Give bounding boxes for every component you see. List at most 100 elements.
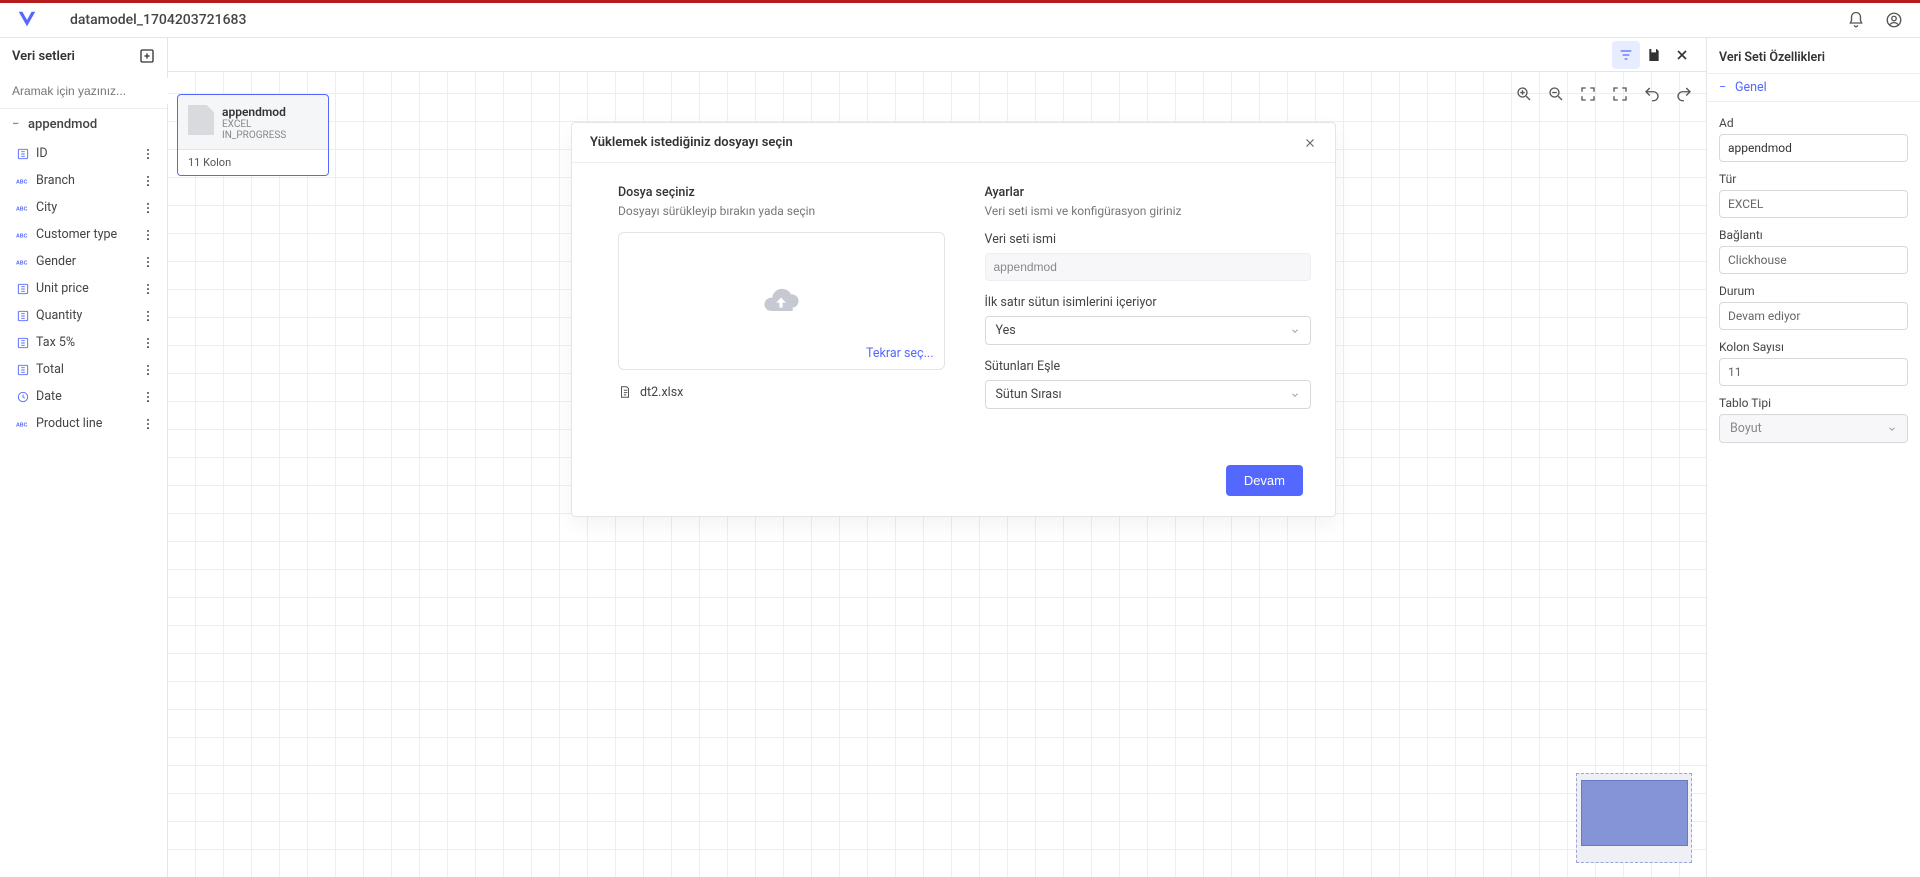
column-name: Unit price <box>36 281 89 296</box>
column-item[interactable]: ID <box>0 140 167 167</box>
minimap[interactable] <box>1576 773 1692 863</box>
kebab-icon[interactable] <box>141 174 155 188</box>
settings-heading: Ayarlar <box>985 185 1312 200</box>
kebab-icon[interactable] <box>141 228 155 242</box>
minimap-viewport <box>1581 780 1688 846</box>
zoom-tools <box>1514 84 1694 104</box>
redo-icon[interactable] <box>1674 84 1694 104</box>
column-type-icon: ABC <box>16 201 30 215</box>
chevron-down-icon <box>1887 424 1897 434</box>
column-item[interactable]: Unit price <box>0 275 167 302</box>
column-name: Gender <box>36 254 76 269</box>
column-name: Date <box>36 389 62 404</box>
dataset-node[interactable]: − appendmod <box>0 109 167 140</box>
chevron-down-icon <box>1290 390 1300 400</box>
column-item[interactable]: ABC Customer type <box>0 221 167 248</box>
upload-modal: Yüklemek istediğiniz dosyayı seçin Dosya… <box>571 122 1336 517</box>
node-source: EXCEL <box>222 119 286 130</box>
reselect-link[interactable]: Tekrar seç... <box>866 346 933 361</box>
column-item[interactable]: ABC Branch <box>0 167 167 194</box>
header-row-label: İlk satır sütun isimlerini içeriyor <box>985 295 1312 310</box>
kebab-icon[interactable] <box>141 390 155 404</box>
kolon-field: 11 <box>1719 358 1908 386</box>
ad-label: Ad <box>1719 116 1908 130</box>
ad-field[interactable]: appendmod <box>1719 134 1908 162</box>
column-item[interactable]: Total <box>0 356 167 383</box>
column-type-icon: ABC <box>16 228 30 242</box>
modal-title: Yüklemek istediğiniz dosyayı seçin <box>590 135 793 150</box>
column-name: Tax 5% <box>36 335 75 350</box>
kebab-icon[interactable] <box>141 417 155 431</box>
kebab-icon[interactable] <box>141 201 155 215</box>
user-icon[interactable] <box>1884 10 1904 30</box>
durum-field: Devam ediyor <box>1719 302 1908 330</box>
settings-desc: Veri seti ismi ve konfigürasyon giriniz <box>985 204 1312 218</box>
column-name: Quantity <box>36 308 82 323</box>
column-type-icon <box>16 390 30 404</box>
svg-text:ABC: ABC <box>16 260 28 266</box>
dataset-name-input[interactable] <box>985 253 1312 281</box>
search-input[interactable] <box>8 78 171 104</box>
durum-label: Durum <box>1719 284 1908 298</box>
tur-field: EXCEL <box>1719 190 1908 218</box>
column-type-icon <box>16 147 30 161</box>
tablo-select[interactable]: Boyut <box>1719 414 1908 443</box>
column-type-icon: ABC <box>16 417 30 431</box>
continue-button[interactable]: Devam <box>1226 465 1303 496</box>
column-type-icon <box>16 363 30 377</box>
selected-file-name: dt2.xlsx <box>640 385 683 400</box>
file-page-icon <box>618 384 632 400</box>
general-section[interactable]: − Genel <box>1707 73 1920 102</box>
file-heading: Dosya seçiniz <box>618 185 945 200</box>
kebab-icon[interactable] <box>141 309 155 323</box>
close-button[interactable] <box>1668 41 1696 69</box>
column-type-icon <box>16 336 30 350</box>
page-title: datamodel_1704203721683 <box>70 12 246 28</box>
header-row-select[interactable]: Yes <box>985 316 1312 345</box>
column-name: ID <box>36 146 48 161</box>
column-item[interactable]: ABCProduct line <box>0 410 167 437</box>
column-type-icon: ABC <box>16 255 30 269</box>
baglanti-field: Clickhouse <box>1719 246 1908 274</box>
save-button[interactable] <box>1640 41 1668 69</box>
dataset-node-card[interactable]: appendmod EXCEL IN_PROGRESS 11 Kolon <box>177 94 329 176</box>
dropzone[interactable]: Tekrar seç... <box>618 232 945 370</box>
baglanti-label: Bağlantı <box>1719 228 1908 242</box>
column-item[interactable]: Quantity <box>0 302 167 329</box>
modal-close-icon[interactable] <box>1303 136 1317 150</box>
column-item[interactable]: ABC City <box>0 194 167 221</box>
undo-icon[interactable] <box>1642 84 1662 104</box>
svg-text:ABC: ABC <box>16 206 28 212</box>
datasets-sidebar: Veri setleri − appendmod IDABCBranchABCC… <box>0 38 168 877</box>
filter-button[interactable] <box>1612 41 1640 69</box>
tur-label: Tür <box>1719 172 1908 186</box>
columns-match-select[interactable]: Sütun Sırası <box>985 380 1312 409</box>
file-icon <box>188 105 214 135</box>
column-name: Total <box>36 362 64 377</box>
zoom-in-icon[interactable] <box>1514 84 1534 104</box>
kebab-icon[interactable] <box>141 147 155 161</box>
column-name: City <box>36 200 57 215</box>
kebab-icon[interactable] <box>141 336 155 350</box>
bell-icon[interactable] <box>1846 10 1866 30</box>
canvas[interactable]: appendmod EXCEL IN_PROGRESS 11 Kolon Yük… <box>168 38 1706 877</box>
svg-text:ABC: ABC <box>16 179 28 185</box>
column-item[interactable]: Tax 5% <box>0 329 167 356</box>
kebab-icon[interactable] <box>141 363 155 377</box>
column-item[interactable]: Date <box>0 383 167 410</box>
kebab-icon[interactable] <box>141 255 155 269</box>
column-name: Branch <box>36 173 75 188</box>
kolon-label: Kolon Sayısı <box>1719 340 1908 354</box>
properties-title: Veri Seti Özellikleri <box>1707 38 1920 73</box>
column-type-icon <box>16 309 30 323</box>
column-item[interactable]: ABC Gender <box>0 248 167 275</box>
zoom-actual-icon[interactable] <box>1610 84 1630 104</box>
column-name: Customer type <box>36 227 117 242</box>
collapse-icon: − <box>1719 80 1729 95</box>
zoom-fit-icon[interactable] <box>1578 84 1598 104</box>
svg-text:ABC: ABC <box>16 233 28 239</box>
add-dataset-icon[interactable] <box>139 48 155 64</box>
columns-match-label: Sütunları Eşle <box>985 359 1312 374</box>
kebab-icon[interactable] <box>141 282 155 296</box>
zoom-out-icon[interactable] <box>1546 84 1566 104</box>
